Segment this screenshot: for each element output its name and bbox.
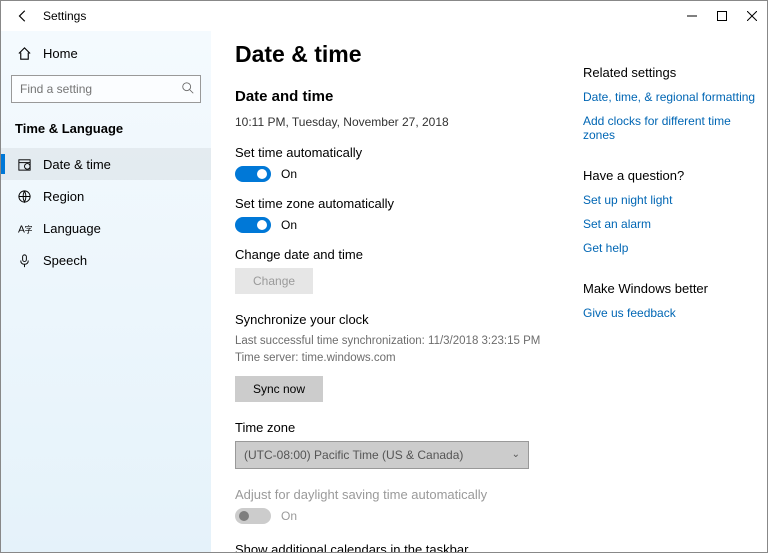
language-icon: A字 bbox=[15, 221, 33, 236]
sync-title: Synchronize your clock bbox=[235, 312, 553, 327]
sync-now-button[interactable]: Sync now bbox=[235, 376, 323, 402]
globe-icon bbox=[15, 189, 33, 204]
dst-toggle bbox=[235, 508, 271, 524]
minimize-button[interactable] bbox=[677, 1, 707, 31]
close-button[interactable] bbox=[737, 1, 767, 31]
auto-tz-label: Set time zone automatically bbox=[235, 196, 553, 211]
link-add-clocks[interactable]: Add clocks for different time zones bbox=[583, 114, 757, 142]
link-regional-formatting[interactable]: Date, time, & regional formatting bbox=[583, 90, 757, 104]
arrow-left-icon bbox=[16, 9, 30, 23]
nav-item-label: Region bbox=[43, 189, 84, 204]
addcal-label: Show additional calendars in the taskbar bbox=[235, 542, 553, 553]
subsection-title: Date and time bbox=[235, 88, 553, 105]
page-title: Date & time bbox=[235, 41, 553, 68]
sync-server: Time server: time.windows.com bbox=[235, 352, 396, 364]
nav-region[interactable]: Region bbox=[1, 180, 211, 212]
dst-label: Adjust for daylight saving time automati… bbox=[235, 487, 553, 502]
question-head: Have a question? bbox=[583, 168, 757, 183]
tz-label: Time zone bbox=[235, 420, 553, 435]
home-icon bbox=[15, 46, 33, 61]
minimize-icon bbox=[687, 11, 697, 21]
change-dt-label: Change date and time bbox=[235, 247, 553, 262]
nav-language[interactable]: A字 Language bbox=[1, 212, 211, 244]
nav-item-label: Language bbox=[43, 221, 101, 236]
link-night-light[interactable]: Set up night light bbox=[583, 193, 757, 207]
nav-item-label: Date & time bbox=[43, 157, 111, 172]
link-feedback[interactable]: Give us feedback bbox=[583, 306, 757, 320]
window-title: Settings bbox=[43, 9, 86, 23]
search-input[interactable] bbox=[11, 75, 201, 103]
auto-tz-state: On bbox=[281, 218, 297, 232]
right-pane: Related settings Date, time, & regional … bbox=[577, 31, 767, 552]
related-settings-head: Related settings bbox=[583, 65, 757, 80]
nav-speech[interactable]: Speech bbox=[1, 244, 211, 276]
nav-home[interactable]: Home bbox=[1, 37, 211, 69]
change-button: Change bbox=[235, 268, 313, 294]
close-icon bbox=[747, 11, 757, 21]
maximize-button[interactable] bbox=[707, 1, 737, 31]
nav-date-time[interactable]: Date & time bbox=[1, 148, 211, 180]
link-set-alarm[interactable]: Set an alarm bbox=[583, 217, 757, 231]
clock-icon bbox=[15, 157, 33, 172]
current-datetime: 10:11 PM, Tuesday, November 27, 2018 bbox=[235, 115, 553, 129]
auto-time-toggle[interactable] bbox=[235, 166, 271, 182]
auto-tz-toggle[interactable] bbox=[235, 217, 271, 233]
sidebar-section: Time & Language bbox=[1, 115, 211, 148]
timezone-dropdown: (UTC-08:00) Pacific Time (US & Canada) ⌄ bbox=[235, 441, 529, 469]
auto-time-label: Set time automatically bbox=[235, 145, 553, 160]
timezone-value: (UTC-08:00) Pacific Time (US & Canada) bbox=[244, 448, 463, 462]
auto-time-state: On bbox=[281, 167, 297, 181]
microphone-icon bbox=[15, 253, 33, 268]
search-icon bbox=[181, 81, 195, 95]
main-content: Date & time Date and time 10:11 PM, Tues… bbox=[211, 31, 577, 552]
nav-home-label: Home bbox=[43, 46, 78, 61]
sync-last: Last successful time synchronization: 11… bbox=[235, 335, 540, 347]
better-head: Make Windows better bbox=[583, 281, 757, 296]
link-get-help[interactable]: Get help bbox=[583, 241, 757, 255]
nav-item-label: Speech bbox=[43, 253, 87, 268]
back-button[interactable] bbox=[13, 9, 33, 23]
chevron-down-icon: ⌄ bbox=[512, 449, 520, 460]
dst-state: On bbox=[281, 509, 297, 523]
sidebar: Home Time & Language Date & time Region … bbox=[1, 31, 211, 552]
svg-text:字: 字 bbox=[24, 224, 32, 234]
maximize-icon bbox=[717, 11, 727, 21]
